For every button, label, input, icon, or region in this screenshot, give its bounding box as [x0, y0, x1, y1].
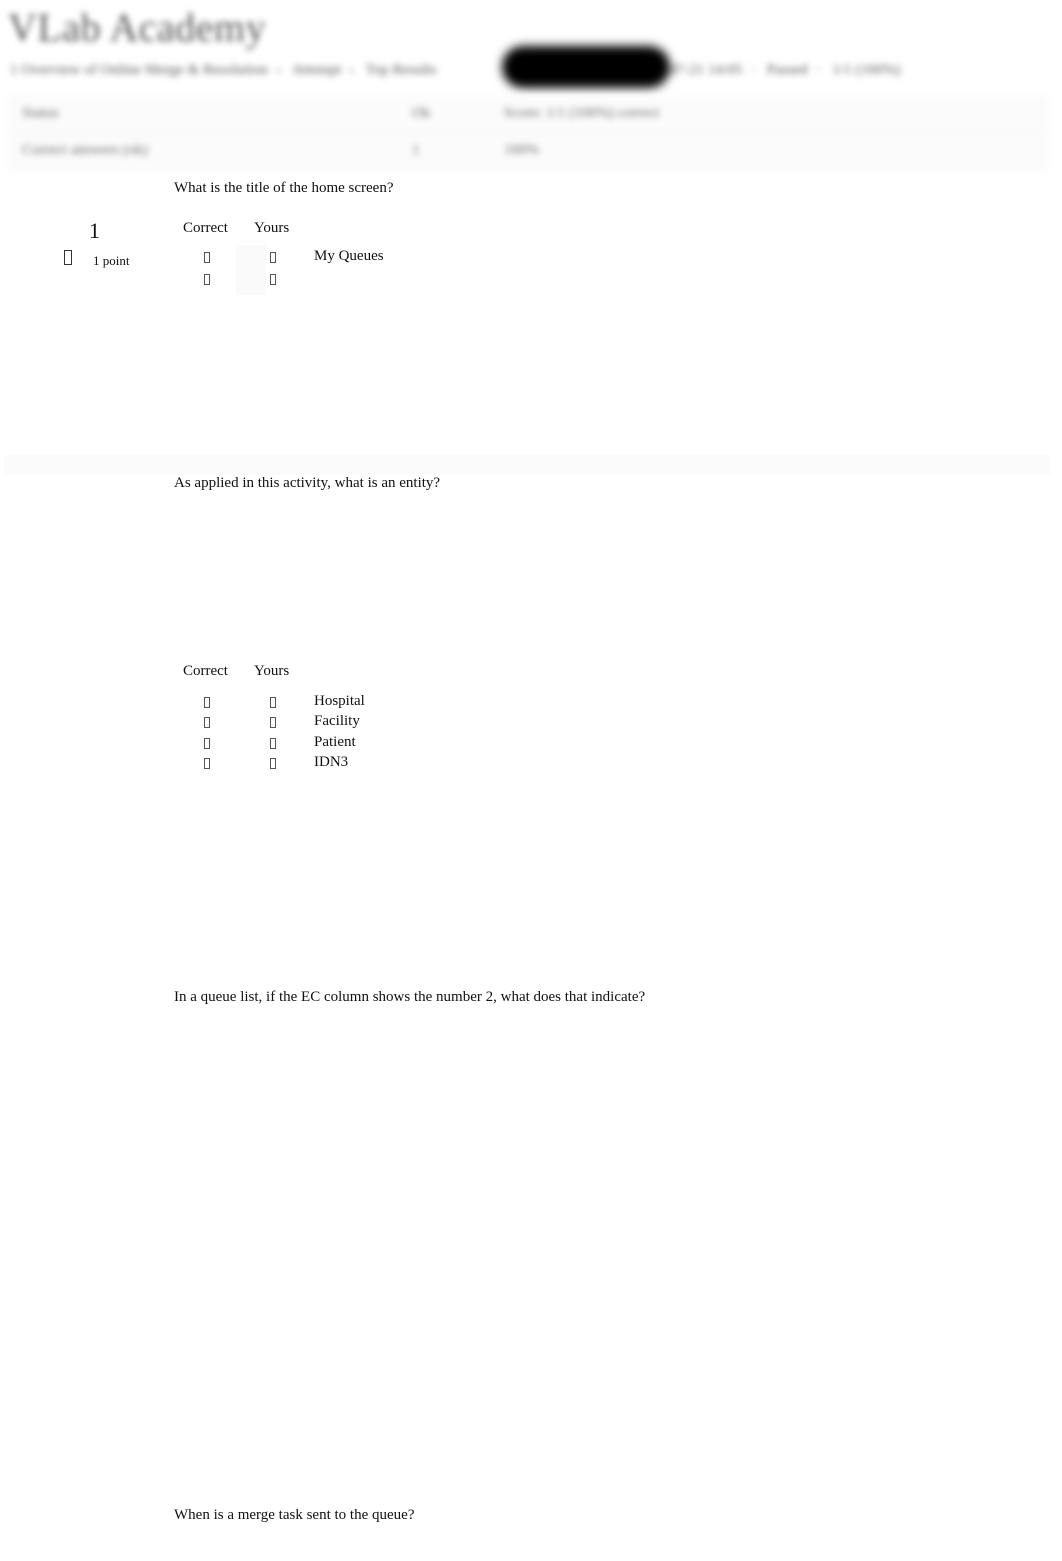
column-shade [236, 245, 266, 295]
question-3-text: In a queue list, if the EC column shows … [174, 989, 646, 1005]
correct-marker-icon [204, 252, 210, 263]
breadcrumb-item: 1/1 (100%) [832, 62, 901, 78]
summary-label: Correct answers (ok) [22, 142, 148, 158]
question-1-text: What is the title of the home screen? [174, 180, 394, 196]
option-label: Facility [314, 713, 360, 729]
yours-marker-icon [270, 252, 276, 263]
yours-marker-icon [270, 738, 276, 749]
option-label: Hospital [314, 693, 365, 709]
breadcrumb-item[interactable]: Attempt [292, 62, 341, 78]
redaction-mark [502, 46, 670, 88]
breadcrumb-item[interactable]: 1 Overview of Online Merge & Resolution [10, 62, 268, 78]
yours-marker-icon [270, 758, 276, 769]
breadcrumb-item[interactable]: Top Results [366, 62, 437, 78]
column-header-correct: Correct [183, 663, 228, 679]
question-2-text: As applied in this activity, what is an … [174, 475, 441, 491]
correct-marker-icon [204, 717, 210, 728]
yours-marker-icon [270, 274, 276, 285]
column-header-yours: Yours [254, 220, 290, 236]
question-points: 1 point [93, 253, 130, 268]
option-label: IDN3 [314, 754, 349, 770]
summary-label: Status [22, 105, 59, 121]
yours-marker-icon [270, 717, 276, 728]
summary-value: Ok [412, 105, 431, 121]
correct-marker-icon [204, 274, 210, 285]
correct-marker-icon [204, 697, 210, 708]
breadcrumb-item: Passed [766, 62, 808, 78]
breadcrumb: 1 Overview of Online Merge & Resolution ›… [10, 62, 901, 78]
summary-row: Correct answers (ok) 1 100% [8, 133, 1048, 170]
summary-row: Status Ok Score: 1/1 (100%) correct [8, 96, 1048, 133]
column-header-correct: Correct [183, 220, 228, 236]
option-label: Patient [314, 734, 356, 750]
summary-table: Status Ok Score: 1/1 (100%) correct Corr… [8, 96, 1048, 170]
correct-marker-icon [204, 738, 210, 749]
correct-marker-icon [204, 758, 210, 769]
summary-note: Score: 1/1 (100%) correct [504, 105, 660, 121]
status-icon [64, 250, 72, 265]
site-title: VLab Academy [8, 5, 267, 50]
option-label: My Queues [314, 248, 384, 264]
question-divider [4, 455, 1050, 475]
yours-marker-icon [270, 697, 276, 708]
column-header-yours: Yours [254, 663, 290, 679]
question-number: 1 [89, 218, 100, 243]
summary-note: 100% [504, 142, 539, 158]
question-4-text: When is a merge task sent to the queue? [174, 1507, 415, 1523]
summary-value: 1 [412, 142, 420, 158]
